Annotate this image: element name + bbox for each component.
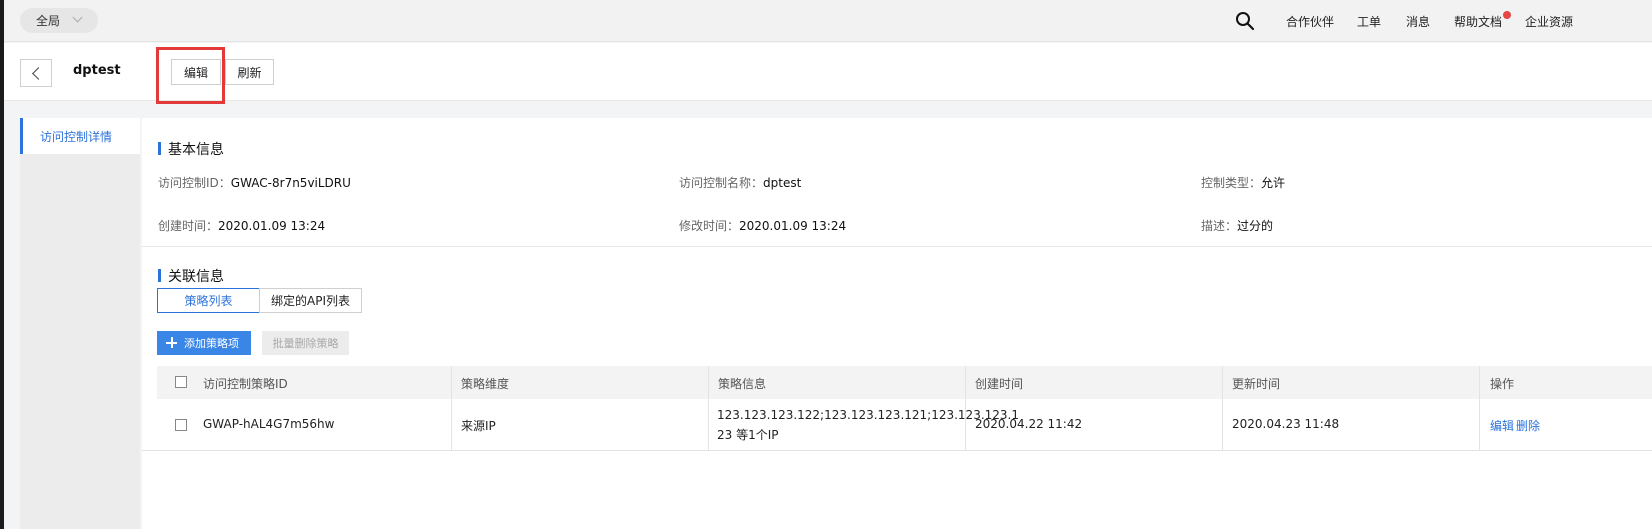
column-separator [1222, 366, 1223, 450]
row-delete-link[interactable]: 删除 [1516, 417, 1540, 434]
row-checkbox[interactable] [175, 419, 187, 431]
notification-badge [1503, 11, 1511, 19]
region-label: 全局 [36, 14, 61, 28]
batch-delete-button[interactable]: 批量删除策略 [262, 331, 349, 355]
cell-policy-info-line1: 123.123.123.122;123.123.123.121;123.123.… [717, 408, 1019, 422]
column-separator [1479, 366, 1480, 450]
section-title-basic: 基本信息 [158, 139, 224, 159]
main-content: 基本信息 访问控制ID：GWAC-8r7n5viLDRU 访问控制名称：dpte… [142, 118, 1652, 529]
tab-policy-list[interactable]: 策略列表 [157, 288, 260, 313]
region-selector[interactable]: 全局 [20, 8, 98, 33]
section-divider [142, 246, 1652, 247]
field-description: 描述：过分的 [1201, 219, 1274, 233]
column-separator [708, 366, 709, 450]
table-header [157, 366, 1652, 399]
chevron-down-icon [72, 12, 83, 23]
column-header-dimension: 策略维度 [461, 377, 510, 391]
table-row-border [142, 450, 1652, 451]
nav-partners[interactable]: 合作伙伴 [1286, 13, 1334, 30]
column-header-created: 创建时间 [975, 377, 1024, 391]
column-header-updated: 更新时间 [1232, 377, 1281, 391]
cell-dimension: 来源IP [461, 419, 496, 433]
nav-help-docs[interactable]: 帮助文档 [1454, 13, 1502, 30]
field-created-time: 创建时间：2020.01.09 13:24 [158, 219, 326, 233]
cell-policy-info-line2: 23 等1个IP [717, 428, 779, 442]
edit-highlight-box [156, 47, 225, 104]
page-title: dptest [73, 63, 121, 78]
field-modified-time: 修改时间：2020.01.09 13:24 [679, 219, 847, 233]
nav-tickets[interactable]: 工单 [1357, 13, 1381, 30]
field-access-control-id: 访问控制ID：GWAC-8r7n5viLDRU [158, 176, 351, 190]
tab-bound-api-list[interactable]: 绑定的API列表 [259, 288, 362, 313]
column-header-policy-id: 访问控制策略ID [203, 377, 288, 391]
column-header-actions: 操作 [1490, 377, 1515, 391]
section-title-related: 关联信息 [158, 266, 224, 286]
search-icon[interactable] [1235, 11, 1255, 31]
add-policy-button[interactable]: 添加策略项 [157, 331, 251, 355]
select-all-checkbox[interactable] [175, 376, 187, 388]
nav-enterprise-resources[interactable]: 企业资源 [1525, 13, 1573, 30]
cell-updated: 2020.04.23 11:48 [1232, 417, 1340, 431]
cell-policy-id: GWAP-hAL4G7m56hw [203, 417, 335, 431]
field-access-control-name: 访问控制名称：dptest [679, 176, 802, 190]
column-separator [451, 366, 452, 450]
back-button[interactable] [20, 59, 52, 87]
top-bar: 全局 [4, 0, 1652, 42]
add-policy-label: 添加策略项 [184, 337, 239, 350]
field-control-type: 控制类型：允许 [1201, 176, 1286, 190]
page-header: dptest 编辑 刷新 [4, 43, 1652, 101]
sidebar-item-access-control-detail[interactable]: 访问控制详情 [20, 118, 140, 154]
plus-icon [166, 337, 177, 348]
cell-created: 2020.04.22 11:42 [975, 417, 1083, 431]
side-nav: 访问控制详情 [20, 118, 140, 529]
column-header-policy-info: 策略信息 [718, 377, 767, 391]
refresh-button[interactable]: 刷新 [225, 59, 274, 85]
nav-messages[interactable]: 消息 [1406, 13, 1430, 30]
row-edit-link[interactable]: 编辑 [1490, 417, 1514, 434]
